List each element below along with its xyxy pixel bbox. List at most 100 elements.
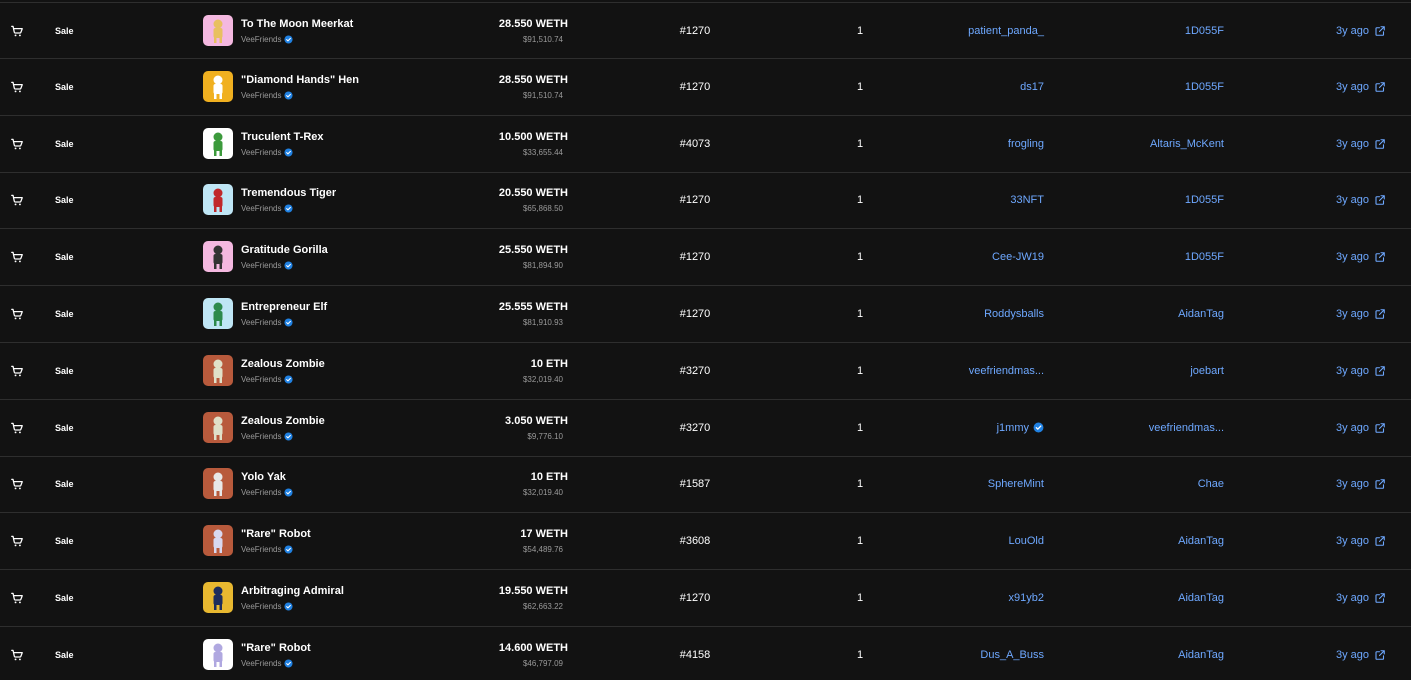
collection-link[interactable]: VeeFriends (241, 374, 294, 384)
to-account-link[interactable]: veefriendmas... (1149, 422, 1224, 434)
to-account-link[interactable]: 1D055F (1185, 25, 1224, 37)
verified-badge-icon (284, 488, 294, 497)
collection-link[interactable]: VeeFriends (241, 488, 294, 497)
to-account-link[interactable]: AidanTag (1178, 535, 1224, 547)
timestamp-link[interactable]: 3y ago (1336, 649, 1386, 661)
to-account-link[interactable]: Chae (1198, 478, 1224, 490)
from-account-link[interactable]: j1mmy (997, 422, 1044, 434)
item-name-link[interactable]: Truculent T-Rex (241, 131, 324, 143)
item-thumbnail[interactable] (203, 468, 233, 500)
collection-link[interactable]: VeeFriends (241, 204, 294, 213)
table-row[interactable]: Sale Gratitude Gorilla VeeFriends 25.550… (0, 229, 1411, 287)
timestamp-link[interactable]: 3y ago (1336, 308, 1386, 320)
price: 25.550 WETH (498, 244, 568, 257)
to-account-link[interactable]: 1D055F (1185, 81, 1224, 93)
table-row[interactable]: Sale Zealous Zombie VeeFriends 3.050 WET… (0, 400, 1411, 457)
item-thumbnail[interactable] (203, 582, 233, 613)
collection-name: VeeFriends (241, 374, 282, 384)
from-account-link[interactable]: SphereMint (988, 478, 1044, 490)
item-name-link[interactable]: "Rare" Robot (241, 528, 311, 540)
timestamp-link[interactable]: 3y ago (1336, 251, 1386, 263)
to-account-link[interactable]: 1D055F (1185, 194, 1224, 206)
from-account-link[interactable]: veefriendmas... (969, 365, 1044, 377)
from-account-link[interactable]: frogling (1008, 138, 1044, 150)
timestamp-link[interactable]: 3y ago (1336, 478, 1386, 490)
item-thumbnail[interactable] (203, 127, 233, 159)
to-account-link[interactable]: AidanTag (1178, 649, 1224, 661)
item-name-link[interactable]: Tremendous Tiger (241, 187, 336, 199)
timestamp: 3y ago (1335, 364, 1369, 377)
table-row[interactable]: Sale Entrepreneur Elf VeeFriends 25.555 … (0, 286, 1411, 343)
from-account-link[interactable]: x91yb2 (1009, 592, 1044, 604)
collection-link[interactable]: VeeFriends (241, 659, 294, 668)
timestamp-link[interactable]: 3y ago (1336, 365, 1386, 377)
item-thumbnail[interactable] (203, 298, 233, 329)
timestamp-link[interactable]: 3y ago (1336, 535, 1386, 547)
to-account-link[interactable]: AidanTag (1178, 308, 1224, 320)
item-name-link[interactable]: "Diamond Hands" Hen (241, 74, 359, 86)
event-type: Sale (55, 536, 74, 547)
event-type: Sale (55, 593, 74, 603)
from-account-link[interactable]: Roddysballs (984, 308, 1044, 320)
table-row[interactable]: Sale Zealous Zombie VeeFriends 10 ETH $3… (0, 343, 1411, 400)
table-row[interactable]: Sale "Diamond Hands" Hen VeeFriends 28.5… (0, 59, 1411, 116)
to-account-link[interactable]: AidanTag (1178, 592, 1224, 604)
collection-link[interactable]: VeeFriends (241, 318, 294, 327)
from-account-link[interactable]: Dus_A_Buss (980, 649, 1044, 661)
item-name-link[interactable]: Yolo Yak (241, 471, 286, 483)
timestamp-link[interactable]: 3y ago (1336, 25, 1386, 37)
item-name-link[interactable]: Zealous Zombie (241, 358, 325, 370)
from-account-link[interactable]: patient_panda_ (968, 25, 1044, 37)
timestamp-link[interactable]: 3y ago (1336, 194, 1386, 206)
from-account-link[interactable]: 33NFT (1010, 194, 1044, 206)
collection-link[interactable]: VeeFriends (241, 432, 294, 441)
collection-link[interactable]: VeeFriends (241, 91, 294, 100)
item-thumbnail[interactable] (203, 354, 233, 386)
collection-link[interactable]: VeeFriends (241, 602, 294, 611)
item-thumbnail[interactable] (203, 70, 233, 102)
item-thumbnail[interactable] (203, 184, 233, 216)
item-thumbnail[interactable] (203, 411, 233, 443)
verified-badge-icon (1033, 422, 1044, 433)
timestamp-link[interactable]: 3y ago (1336, 592, 1386, 604)
to-account-link[interactable]: Altaris_McKent (1150, 138, 1224, 150)
to-account-link[interactable]: joebart (1190, 365, 1224, 377)
rarity-rank: #1270 (679, 194, 711, 207)
item-name-link[interactable]: "Rare" Robot (241, 642, 311, 654)
item-name-link[interactable]: Arbitraging Admiral (241, 585, 344, 597)
verified-badge-icon (284, 375, 294, 384)
item-thumbnail[interactable] (203, 525, 233, 557)
item-name-link[interactable]: Entrepreneur Elf (241, 301, 327, 313)
item-name-link[interactable]: To The Moon Meerkat (241, 18, 353, 30)
table-row[interactable]: Sale Yolo Yak VeeFriends 10 ETH $32,019.… (0, 456, 1411, 514)
price: 20.550 WETH (498, 187, 568, 200)
to-account-link[interactable]: 1D055F (1185, 251, 1224, 263)
table-row[interactable]: Sale Arbitraging Admiral VeeFriends 19.5… (0, 570, 1411, 627)
timestamp: 3y ago (1335, 478, 1369, 491)
item-thumbnail[interactable] (203, 14, 233, 46)
from-account-link[interactable]: LouOld (1009, 535, 1044, 547)
item-thumbnail[interactable] (203, 241, 233, 273)
collection-link[interactable]: VeeFriends (241, 35, 294, 44)
from-account-link[interactable]: Cee-JW19 (992, 251, 1044, 263)
collection-link[interactable]: VeeFriends (241, 261, 294, 270)
item-name-link[interactable]: Zealous Zombie (241, 415, 325, 427)
table-row[interactable]: Sale To The Moon Meerkat VeeFriends 28.5… (0, 2, 1411, 59)
table-row[interactable]: Sale "Rare" Robot VeeFriends 14.600 WETH… (0, 627, 1411, 680)
verified-badge-icon (284, 432, 294, 441)
item-name-link[interactable]: Gratitude Gorilla (241, 244, 328, 256)
collection-link[interactable]: VeeFriends (241, 148, 294, 157)
from-account-link[interactable]: ds17 (1020, 81, 1044, 93)
item-thumbnail[interactable] (203, 638, 233, 670)
table-row[interactable]: Sale Tremendous Tiger VeeFriends 20.550 … (0, 172, 1411, 230)
table-row[interactable]: Sale "Rare" Robot VeeFriends 17 WETH $54… (0, 513, 1411, 571)
timestamp-link[interactable]: 3y ago (1336, 81, 1386, 93)
timestamp-link[interactable]: 3y ago (1336, 138, 1386, 150)
timestamp: 3y ago (1335, 137, 1369, 150)
quantity: 1 (856, 421, 864, 434)
collection-link[interactable]: VeeFriends (241, 545, 294, 554)
price-usd: $54,489.76 (522, 545, 563, 555)
timestamp-link[interactable]: 3y ago (1336, 422, 1386, 434)
table-row[interactable]: Sale Truculent T-Rex VeeFriends 10.500 W… (0, 116, 1411, 173)
price-usd: $81,894.90 (522, 261, 563, 271)
